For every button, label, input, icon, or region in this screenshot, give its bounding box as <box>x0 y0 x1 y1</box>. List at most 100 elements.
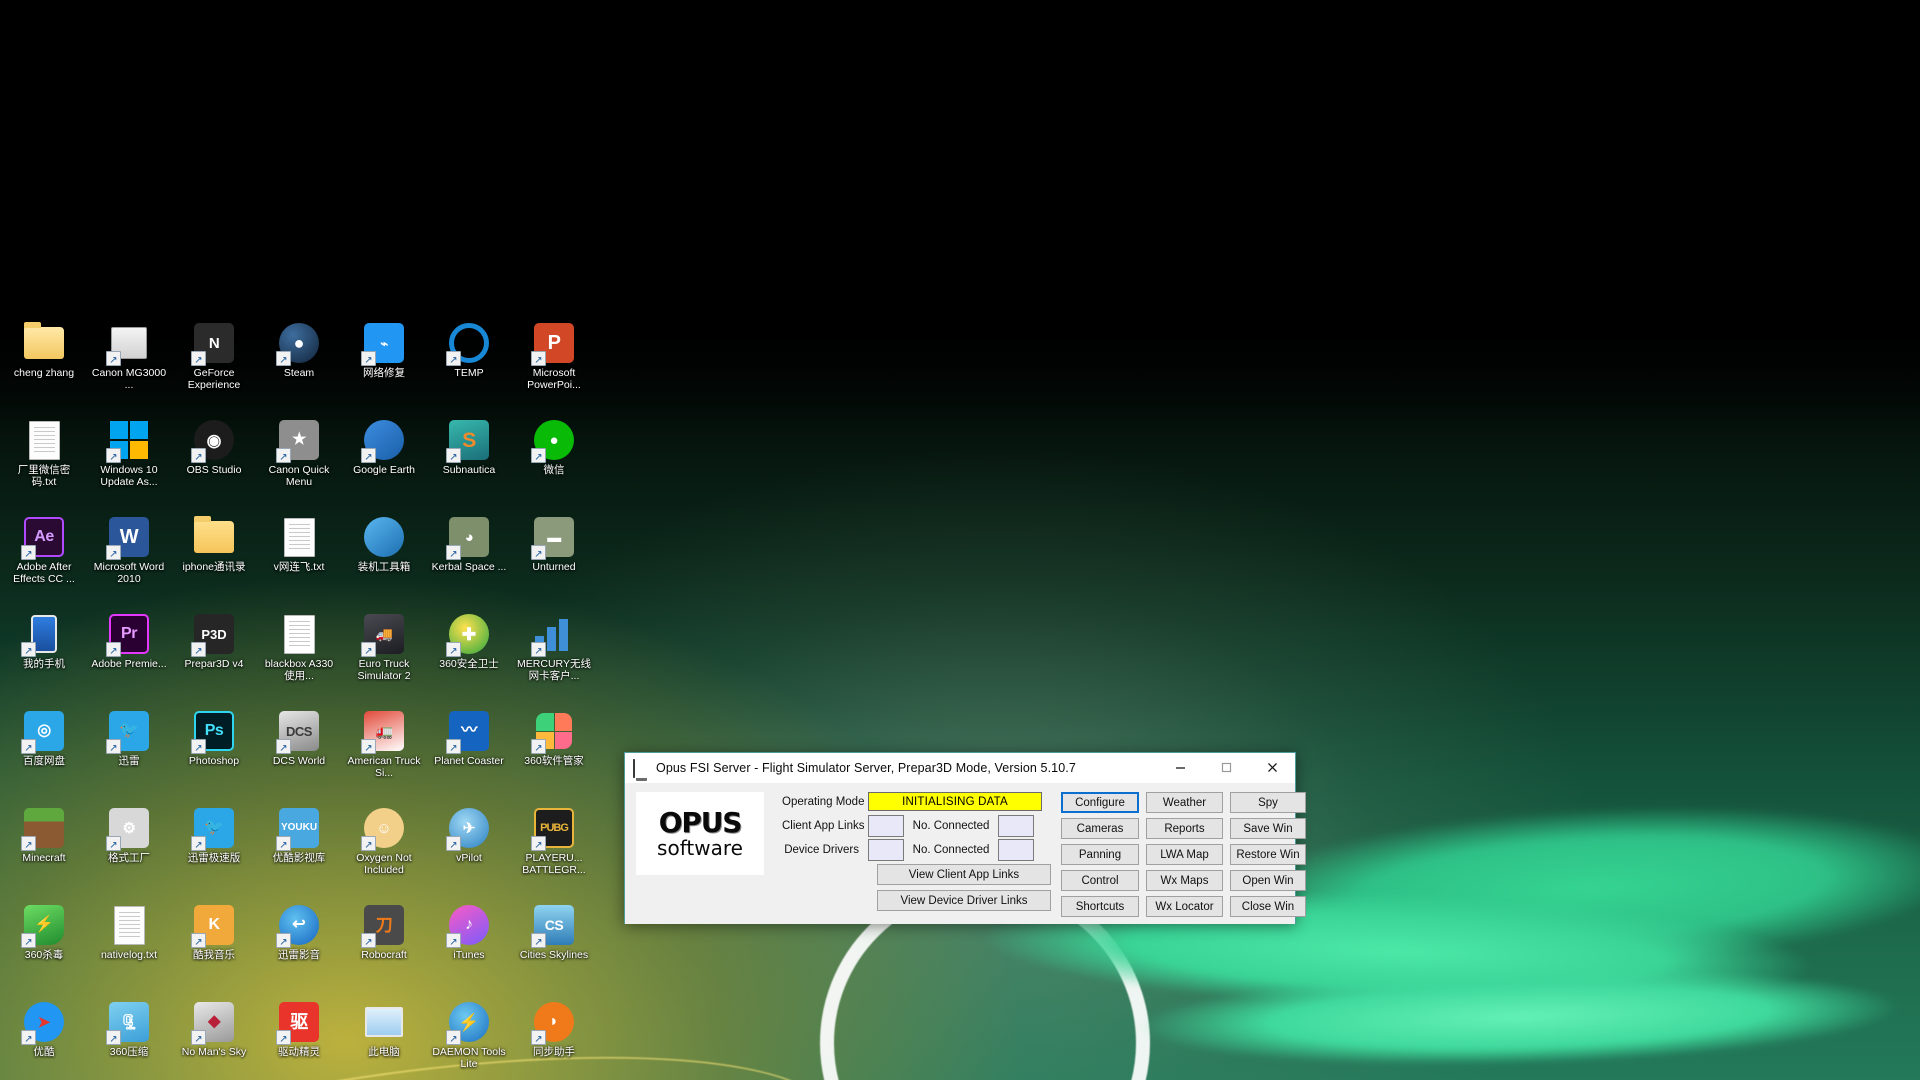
desktop-icon[interactable]: nativelog.txt <box>91 900 167 997</box>
360-soft-mgr-icon <box>531 710 575 755</box>
desktop-icon[interactable]: ◉OBS Studio <box>176 415 252 512</box>
desktop-icon[interactable]: YOUKU优酷影视库 <box>261 803 337 900</box>
desktop-icon[interactable]: K酷我音乐 <box>176 900 252 997</box>
desktop-icon-label: Adobe Premie... <box>91 658 167 670</box>
cities-skylines-icon: CS <box>531 904 575 949</box>
opus-fsi-server-window[interactable]: Opus FSI Server - Flight Simulator Serve… <box>624 752 1306 924</box>
device-no-connected-label: No. Connected <box>912 843 990 856</box>
desktop-icon[interactable]: 🐦迅雷极速版 <box>176 803 252 900</box>
desktop-icon[interactable]: blackbox A330使用... <box>261 609 337 706</box>
desktop-icon[interactable]: P3DPrepar3D v4 <box>176 609 252 706</box>
panning-button[interactable]: Panning <box>1061 844 1139 865</box>
close-win-button[interactable]: Close Win <box>1230 896 1306 917</box>
weather-button[interactable]: Weather <box>1146 792 1223 813</box>
desktop-icon[interactable]: 🐦迅雷 <box>91 706 167 803</box>
restore-win-button[interactable]: Restore Win <box>1230 844 1306 865</box>
my-phone-icon <box>21 613 65 658</box>
configure-button[interactable]: Configure <box>1061 792 1139 813</box>
reports-button[interactable]: Reports <box>1146 818 1223 839</box>
desktop-icon[interactable]: 🚚Euro Truck Simulator 2 <box>346 609 422 706</box>
desktop-icon[interactable]: ★Canon Quick Menu <box>261 415 337 512</box>
desktop-icon[interactable]: Canon MG3000 ... <box>91 318 167 415</box>
open-win-button[interactable]: Open Win <box>1230 870 1306 891</box>
control-button[interactable]: Control <box>1061 870 1139 891</box>
desktop-icon-label: 360杀毒 <box>24 949 64 961</box>
minimize-button[interactable] <box>1157 753 1203 783</box>
desktop-icon[interactable]: PrAdobe Premie... <box>91 609 167 706</box>
desktop-icon[interactable]: ▬Unturned <box>516 512 592 609</box>
desktop-icon[interactable]: 360软件管家 <box>516 706 592 803</box>
desktop-icon[interactable]: DCSDCS World <box>261 706 337 803</box>
desktop-icon[interactable]: cheng zhang <box>6 318 82 415</box>
desktop-icon[interactable]: WMicrosoft Word 2010 <box>91 512 167 609</box>
cameras-button[interactable]: Cameras <box>1061 818 1139 839</box>
close-button[interactable] <box>1249 753 1295 783</box>
desktop-icon[interactable]: ◎百度网盘 <box>6 706 82 803</box>
desktop-icon-label: iphone通讯录 <box>182 561 246 573</box>
desktop-icon[interactable]: TEMP <box>431 318 507 415</box>
client-app-links-field[interactable] <box>868 814 904 837</box>
spy-button[interactable]: Spy <box>1230 792 1306 813</box>
desktop-icon[interactable]: ➤优酷 <box>6 997 82 1080</box>
desktop-icon-label: Kerbal Space ... <box>431 561 507 573</box>
desktop-icon-label: 格式工厂 <box>108 852 150 864</box>
device-no-connected-field[interactable] <box>998 838 1034 861</box>
desktop-icon[interactable]: ●微信 <box>516 415 592 512</box>
desktop-icon-label: No Man's Sky <box>181 1046 247 1058</box>
desktop-icon[interactable]: ✈vPilot <box>431 803 507 900</box>
window-titlebar[interactable]: Opus FSI Server - Flight Simulator Serve… <box>625 753 1295 783</box>
desktop-icon[interactable]: 装机工具箱 <box>346 512 422 609</box>
desktop-icon[interactable]: ☺Oxygen Not Included <box>346 803 422 900</box>
view-device-driver-links-button[interactable]: View Device Driver Links <box>877 890 1051 911</box>
wx-locator-button[interactable]: Wx Locator <box>1146 896 1223 917</box>
wx-maps-button[interactable]: Wx Maps <box>1146 870 1223 891</box>
desktop-icon[interactable]: CSCities Skylines <box>516 900 592 997</box>
desktop-icon[interactable]: Google Earth <box>346 415 422 512</box>
desktop-icon[interactable]: 厂里微信密码.txt <box>6 415 82 512</box>
desktop-icon[interactable]: 驱驱动精灵 <box>261 997 337 1080</box>
desktop-icon[interactable]: v网连飞.txt <box>261 512 337 609</box>
desktop-icon[interactable]: 我的手机 <box>6 609 82 706</box>
this-pc-icon <box>363 1001 405 1043</box>
monitor-icon <box>633 758 649 778</box>
desktop-icon-label: OBS Studio <box>186 464 242 476</box>
desktop-icon[interactable]: MERCURY无线网卡客户... <box>516 609 592 706</box>
desktop-icon-label: PLAYERU... BATTLEGR... <box>522 852 586 876</box>
desktop-icon-label: American Truck Si... <box>347 755 421 779</box>
desktop-icon[interactable]: ◆No Man's Sky <box>176 997 252 1080</box>
shortcuts-button[interactable]: Shortcuts <box>1061 896 1139 917</box>
desktop-icon[interactable]: ●Steam <box>261 318 337 415</box>
desktop-icon[interactable]: 此电脑 <box>346 997 422 1080</box>
desktop-icon[interactable]: Windows 10 Update As... <box>91 415 167 512</box>
desktop-icon[interactable]: 〰Planet Coaster <box>431 706 507 803</box>
desktop-icon[interactable]: AeAdobe After Effects CC ... <box>6 512 82 609</box>
desktop-icon[interactable]: 🗜360压缩 <box>91 997 167 1080</box>
desktop-icon[interactable]: PMicrosoft PowerPoi... <box>516 318 592 415</box>
desktop-icon[interactable]: ⚙格式工厂 <box>91 803 167 900</box>
maximize-button[interactable] <box>1203 753 1249 783</box>
desktop-icon[interactable]: PsPhotoshop <box>176 706 252 803</box>
lwa-map-button[interactable]: LWA Map <box>1146 844 1223 865</box>
desktop-icon[interactable]: iphone通讯录 <box>176 512 252 609</box>
youku-icon: ➤ <box>21 1001 65 1046</box>
desktop-icon[interactable]: SSubnautica <box>431 415 507 512</box>
desktop-icon[interactable]: ◕Kerbal Space ... <box>431 512 507 609</box>
desktop-icon[interactable]: PUBGPLAYERU... BATTLEGR... <box>516 803 592 900</box>
desktop-icon[interactable]: 刀Robocraft <box>346 900 422 997</box>
save-win-button[interactable]: Save Win <box>1230 818 1306 839</box>
desktop-icon[interactable]: 🚛American Truck Si... <box>346 706 422 803</box>
desktop-icon[interactable]: ⚡DAEMON Tools Lite <box>431 997 507 1080</box>
desktop-icon[interactable]: ♪iTunes <box>431 900 507 997</box>
desktop-icon[interactable]: ◗同步助手 <box>516 997 592 1080</box>
desktop-icon[interactable]: ⚡360杀毒 <box>6 900 82 997</box>
view-client-app-links-button[interactable]: View Client App Links <box>877 864 1051 885</box>
desktop-icon[interactable]: ⌁网络修复 <box>346 318 422 415</box>
status-fields: Operating Mode INITIALISING DATA Client … <box>782 790 1054 924</box>
desktop-icon-label: blackbox A330使用... <box>264 658 334 682</box>
client-no-connected-field[interactable] <box>998 814 1034 837</box>
desktop-icon[interactable]: Minecraft <box>6 803 82 900</box>
desktop-icon[interactable]: NGeForce Experience <box>176 318 252 415</box>
device-drivers-field[interactable] <box>868 838 904 861</box>
desktop-icon[interactable]: ✚360安全卫士 <box>431 609 507 706</box>
desktop-icon[interactable]: ↩迅雷影音 <box>261 900 337 997</box>
